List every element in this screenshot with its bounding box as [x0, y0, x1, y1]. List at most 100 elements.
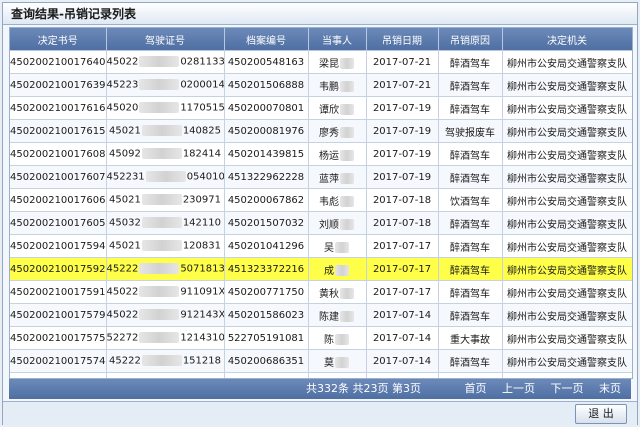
license-prefix: 52272 [106, 332, 139, 344]
party-cell: 韦鹏 [308, 73, 367, 97]
table-row[interactable]: 450200210017574 45222 151218 450200686351 莫 2… [10, 349, 632, 373]
license-suffix: 1170515 [180, 102, 224, 114]
prev-page-link[interactable]: 上一页 [502, 382, 535, 395]
party-name: 莫 [324, 357, 334, 369]
license-no-cell: 45021 140825 [106, 119, 225, 143]
table-row[interactable]: 450200210017607 452231 054010 451322962228 蓝… [10, 165, 632, 189]
table-row[interactable]: 450200210017640 45022 0281133 450200548163 梁… [10, 50, 632, 74]
authority-cell: 柳州市公安局交通警察支队 [502, 211, 632, 235]
redaction-blur [335, 334, 349, 345]
party-name: 黄秋 [319, 288, 339, 300]
table-row[interactable]: 450200210017594 45021 120831 450201041296 吴 2… [10, 234, 632, 258]
doc-no-cell: 450200210017606 [10, 188, 107, 212]
license-prefix: 45022 [106, 286, 139, 298]
redaction-blur [335, 265, 349, 276]
exit-button[interactable]: 退 出 [575, 404, 627, 424]
file-no-cell: 450201586023 [224, 303, 309, 327]
license-suffix: 182414 [182, 148, 221, 160]
license-no-cell: 45020 1170515 [106, 96, 225, 120]
date-cell: 2017-07-14 [366, 326, 439, 350]
redaction-blur [139, 332, 180, 344]
column-header-party[interactable]: 当事人 [308, 28, 367, 51]
table-row[interactable]: 450200210017608 45092 182414 450201439815 杨运… [10, 142, 632, 166]
column-header-date[interactable]: 吊销日期 [366, 28, 439, 51]
reason-cell: 醉酒驾车 [438, 73, 503, 97]
date-cell: 2017-07-21 [366, 50, 439, 74]
result-grid[interactable]: 决定书号 驾驶证号 档案编号 当事人 吊销日期 吊销原因 决定机关 450200… [9, 27, 633, 379]
table-row[interactable]: 450200210017639 45223 0200014 450201506888 韦… [10, 73, 632, 97]
column-header-reason[interactable]: 吊销原因 [438, 28, 503, 51]
party-cell: 廖秀 [308, 119, 367, 143]
party-cell: 成 [308, 257, 367, 281]
license-suffix: 230971 [182, 194, 221, 206]
doc-no-cell: 450200210017579 [10, 303, 107, 327]
license-prefix: 45020 [106, 102, 139, 114]
reason-cell: 醉酒驾车 [438, 211, 503, 235]
redaction-blur [340, 196, 354, 207]
party-name: 韦彪 [319, 196, 339, 208]
date-cell: 2017-07-14 [366, 349, 439, 373]
license-suffix: 151218 [182, 355, 221, 367]
license-suffix: 120831 [182, 240, 221, 252]
license-no-cell: 45222 5071813 [106, 257, 225, 281]
party-cell: 韦彪 [308, 188, 367, 212]
redaction-blur [141, 240, 182, 252]
license-prefix: 45092 [109, 148, 141, 160]
table-header-row: 决定书号 驾驶证号 档案编号 当事人 吊销日期 吊销原因 决定机关 [10, 28, 632, 51]
file-no-cell: 451323372216 [224, 257, 309, 281]
table-row[interactable]: 450200210017592 45222 5071813 451323372216 成… [10, 257, 632, 281]
table-row[interactable]: 450200210017606 45021 230971 450200067862 韦彪… [10, 188, 632, 212]
table-row[interactable]: 450200210017605 45032 142110 450201507032 刘顺… [10, 211, 632, 235]
reason-cell: 醉酒驾车 [438, 50, 503, 74]
column-header-file-no[interactable]: 档案编号 [224, 28, 309, 51]
license-no-cell: 45092 182414 [106, 142, 225, 166]
reason-cell: 醉酒驾车 [438, 303, 503, 327]
redaction-blur [139, 56, 180, 68]
license-suffix: 1214310 [180, 332, 224, 344]
license-prefix: 45022 [106, 309, 139, 321]
reason-cell: 驾驶报废车 [438, 119, 503, 143]
table-row[interactable]: 450200210017616 45020 1170515 450200070801 谭… [10, 96, 632, 120]
party-cell: 蓝萍 [308, 165, 367, 189]
column-header-doc-no[interactable]: 决定书号 [10, 28, 107, 51]
date-cell: 2017-07-21 [366, 73, 439, 97]
license-prefix: 452231 [106, 171, 145, 183]
doc-no-cell: 450200210017574 [10, 349, 107, 373]
date-cell: 2017-07-14 [366, 303, 439, 327]
redaction-blur [139, 79, 180, 91]
table-row[interactable]: 450200210017591 45022 911091X 450200771750 黄… [10, 280, 632, 304]
reason-cell: 醉酒驾车 [438, 234, 503, 258]
last-page-link[interactable]: 末页 [599, 382, 621, 395]
column-header-authority[interactable]: 决定机关 [502, 28, 632, 51]
redaction-blur [139, 102, 180, 114]
pagination-nav: 首页 上一页 下一页 末页 [453, 379, 622, 399]
column-header-license-no[interactable]: 驾驶证号 [106, 28, 225, 51]
table-row[interactable]: 450200210017615 45021 140825 450200081976 廖秀… [10, 119, 632, 143]
file-no-cell: 450200771750 [224, 280, 309, 304]
redaction-blur [340, 104, 354, 115]
license-suffix: 912143X [180, 309, 224, 321]
table-row[interactable]: 450200210017575 52272 1214310 522705191081 陈… [10, 326, 632, 350]
reason-cell: 饮酒驾车 [438, 188, 503, 212]
license-no-cell: 45021 120831 [106, 234, 225, 258]
party-name: 杨运 [319, 150, 339, 162]
next-page-link[interactable]: 下一页 [551, 382, 584, 395]
license-prefix: 45021 [109, 240, 141, 252]
redaction-blur [340, 173, 354, 184]
pagination-bar: 共332条 共23页 第3页 首页 上一页 下一页 末页 [9, 379, 631, 399]
table-body: 450200210017640 45022 0281133 450200548163 梁… [10, 50, 632, 378]
table-row[interactable]: 450200210017579 45022 912143X 450201586023 陈… [10, 303, 632, 327]
redaction-blur [139, 286, 180, 298]
revocation-table: 决定书号 驾驶证号 档案编号 当事人 吊销日期 吊销原因 决定机关 450200… [10, 28, 632, 378]
first-page-link[interactable]: 首页 [465, 382, 487, 395]
file-no-cell: 450200548163 [224, 50, 309, 74]
redaction-blur [141, 217, 182, 229]
license-prefix: 45021 [109, 194, 141, 206]
doc-no-cell: 450200210017594 [10, 234, 107, 258]
doc-no-cell: 450200210017591 [10, 280, 107, 304]
license-suffix: 911091X [180, 286, 224, 298]
authority-cell: 柳州市公安局交通警察支队 [502, 165, 632, 189]
license-prefix: 45021 [109, 125, 141, 137]
date-cell: 2017-07-19 [366, 142, 439, 166]
redaction-blur [141, 194, 182, 206]
